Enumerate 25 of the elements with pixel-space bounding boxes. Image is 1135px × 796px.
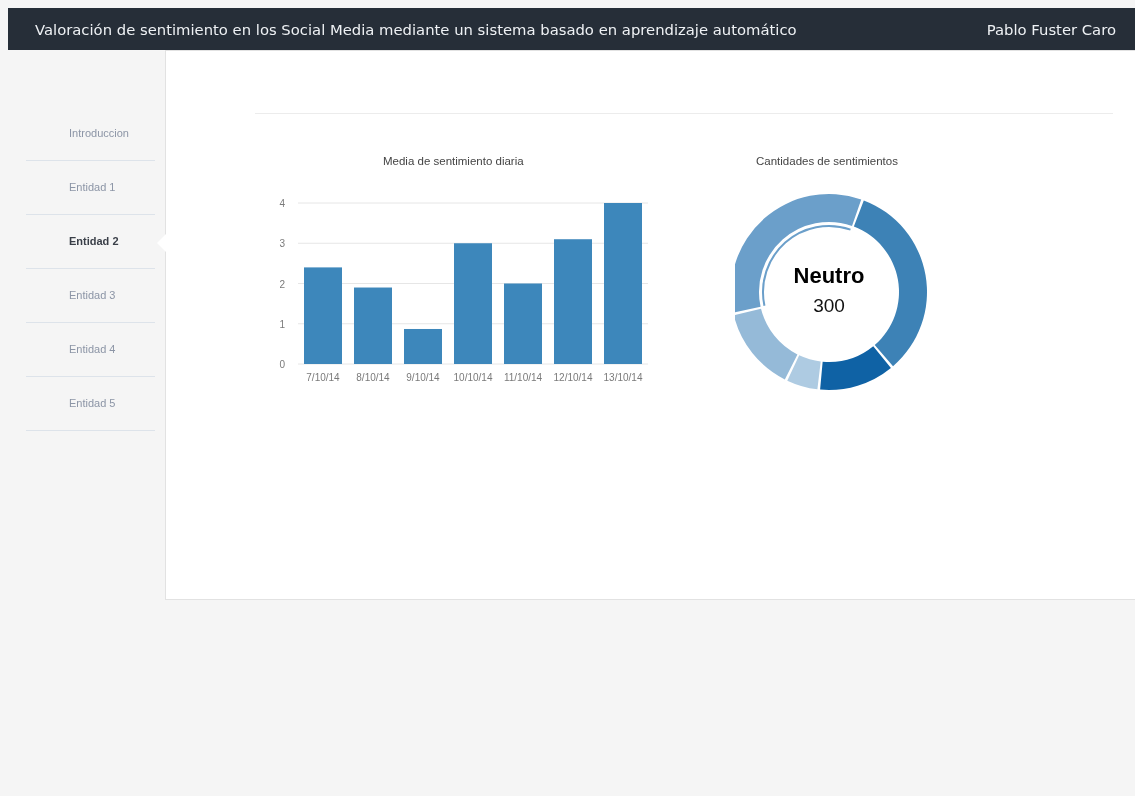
axis-label: 1 <box>279 318 285 330</box>
bar <box>404 329 442 364</box>
axis-label: 8/10/14 <box>356 372 390 383</box>
axis-label: 3 <box>279 238 285 250</box>
sidebar-item[interactable]: Entidad 4 <box>26 323 155 377</box>
chart-title: Cantidades de sentimientos <box>756 155 898 167</box>
app-title: Valoración de sentimiento en los Social Media mediante un sistema basado en aprendizaje automático <box>35 20 797 38</box>
sidebar-item[interactable]: Entidad 1 <box>26 161 155 215</box>
sidebar-item[interactable]: Introduccion <box>26 107 155 161</box>
axis-label: 10/10/14 <box>453 372 493 383</box>
sidebar-item[interactable]: Entidad 5 <box>26 377 155 431</box>
axis-label: 7/10/14 <box>306 372 340 383</box>
axis-label: 4 <box>279 198 285 209</box>
chart-title: Media de sentimiento diaria <box>383 155 524 167</box>
sidebar-item[interactable]: Entidad 2 <box>26 215 155 269</box>
axis-label: 11/10/14 <box>503 372 543 383</box>
axis-label: 9/10/14 <box>406 372 440 383</box>
donut-center-label: Neutro <box>793 263 865 288</box>
axis-label: 12/10/14 <box>553 372 593 383</box>
sidebar-item[interactable]: Entidad 3 <box>26 269 155 323</box>
axis-label: 0 <box>279 359 285 370</box>
axis-label: 13/10/14 <box>603 372 643 383</box>
donut-center-value: 300 <box>813 295 845 316</box>
user-name[interactable]: Pablo Fuster Caro <box>986 20 1116 38</box>
axis-label: 2 <box>279 278 285 290</box>
